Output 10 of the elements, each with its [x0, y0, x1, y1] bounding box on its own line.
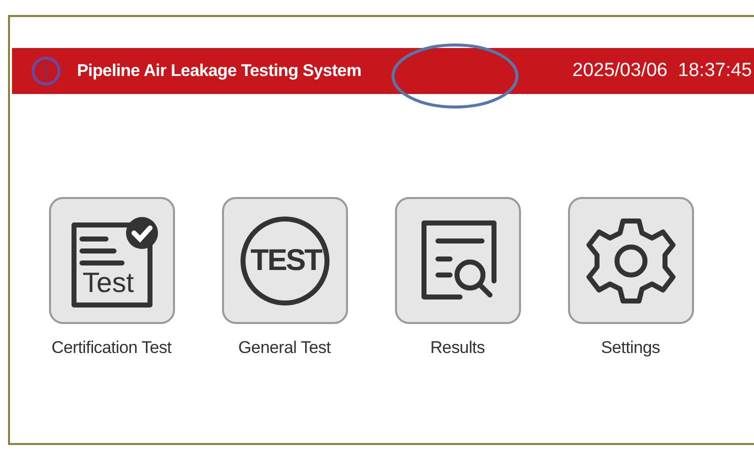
- menu-tile[interactable]: TEST: [222, 197, 348, 324]
- icon-caption: TEST: [250, 246, 322, 276]
- tile-label: Certification Test: [52, 337, 172, 359]
- date-time: 2025/03/06 18:37:45: [572, 58, 752, 83]
- tile-label: Settings: [600, 337, 660, 359]
- tile-label: Results: [430, 337, 485, 359]
- menu-tile[interactable]: Test: [48, 197, 174, 324]
- tile-label: General Test: [238, 337, 331, 359]
- icon-caption: Test: [82, 269, 134, 297]
- app-title: Pipeline Air Leakage Testing System: [77, 60, 362, 82]
